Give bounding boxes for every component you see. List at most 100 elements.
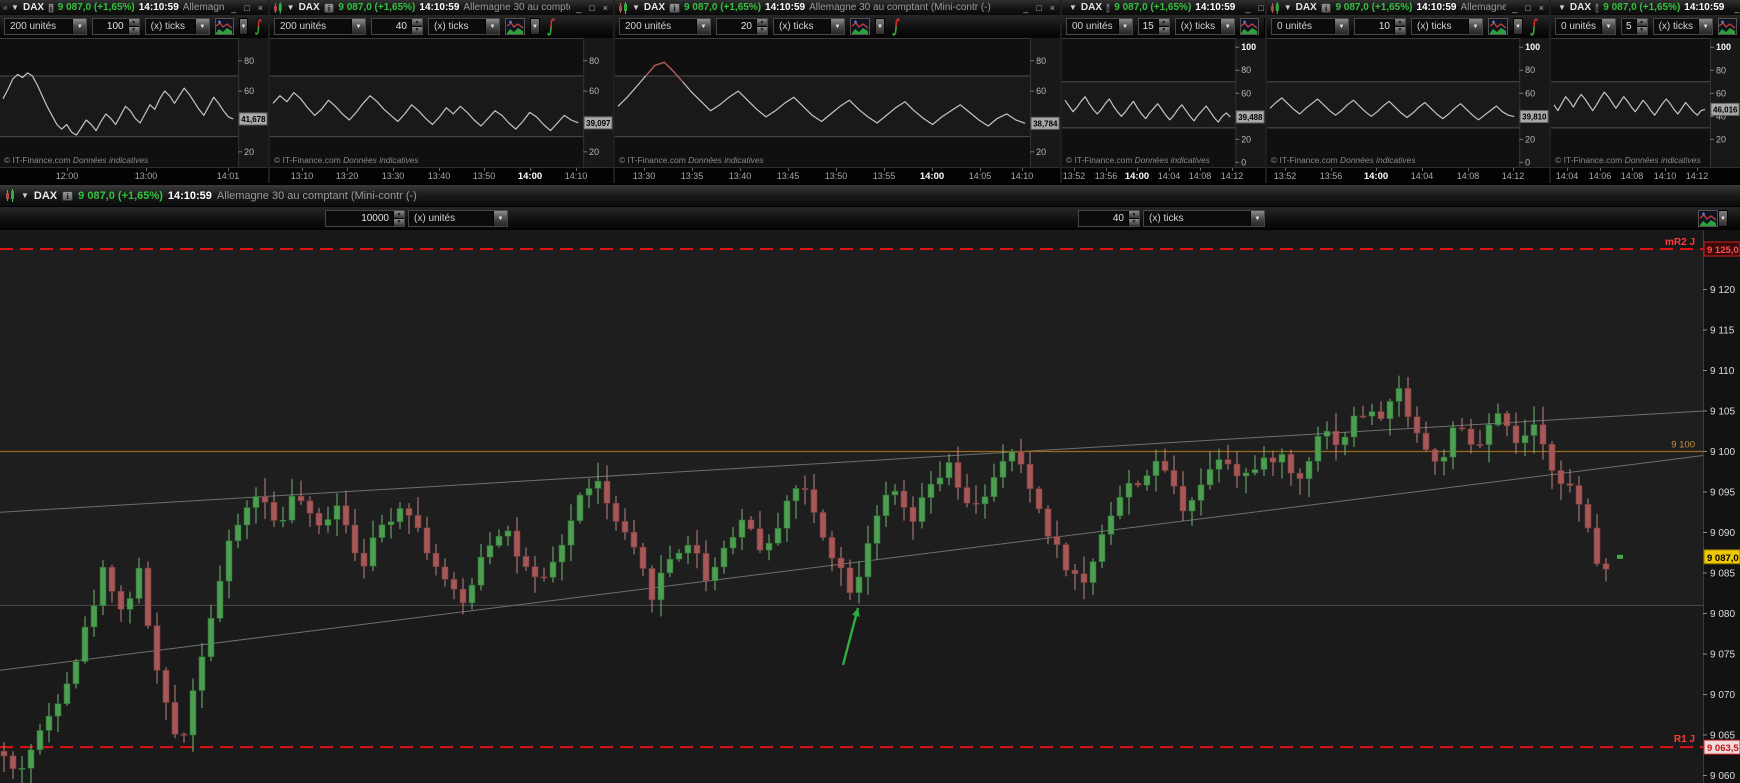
- ticks-spinner[interactable]: 40▲▼: [371, 18, 423, 35]
- mini-oscillator-chart[interactable]: 8060402039,097© IT-Finance.com Données i…: [270, 38, 613, 167]
- ticks-unit-dropdown[interactable]: (x) ticks▼: [428, 18, 500, 35]
- units-dropdown[interactable]: 0 unités▼: [1271, 18, 1349, 35]
- close-button[interactable]: ×: [256, 3, 265, 13]
- ticks-unit-dropdown[interactable]: (x) ticks▼: [1653, 18, 1713, 35]
- info-icon[interactable]: i: [48, 3, 54, 13]
- chart-style-dropdown-arrow[interactable]: ▼: [1718, 210, 1728, 227]
- dropdown-arrow[interactable]: ▼: [1334, 19, 1348, 34]
- price-label: 9 087,0 (+1,65%): [78, 190, 163, 202]
- ticks-spinner[interactable]: 20▲▼: [716, 18, 768, 35]
- minimize-button[interactable]: _: [1243, 3, 1252, 13]
- maximize-button[interactable]: □: [242, 3, 251, 13]
- mini-oscillator-chart[interactable]: 10080604020039,488© IT-Finance.com Donné…: [1062, 38, 1265, 167]
- spinner-arrows[interactable]: ▲▼: [128, 19, 139, 34]
- info-icon[interactable]: i: [1106, 3, 1110, 13]
- signals-icon[interactable]: [253, 18, 264, 36]
- minimize-button[interactable]: _: [1510, 3, 1519, 13]
- dropdown-arrow[interactable]: ▼: [1698, 19, 1712, 34]
- main-price-chart[interactable]: 9 100mR2 JR1 J9 1209 1159 1109 1059 1009…: [0, 230, 1740, 783]
- mini-oscillator-chart[interactable]: 1008060402046,016© IT-Finance.com Donnée…: [1551, 38, 1740, 167]
- dropdown-arrow[interactable]: ▼: [1250, 211, 1264, 226]
- ticks-spinner[interactable]: 40 ▲▼: [1078, 210, 1140, 227]
- ticks-spinner[interactable]: 10▲▼: [1354, 18, 1406, 35]
- spinner-arrows[interactable]: ▲▼: [1394, 19, 1405, 34]
- dropdown-arrow[interactable]: ▼: [493, 211, 507, 226]
- dropdown-arrow[interactable]: ▼: [1118, 19, 1132, 34]
- close-button[interactable]: ×: [1537, 3, 1546, 13]
- symbol-dropdown-arrow[interactable]: ▼: [21, 191, 29, 200]
- units-unit-dropdown[interactable]: (x) unités ▼: [408, 210, 508, 227]
- units-dropdown[interactable]: 00 unités▼: [1066, 18, 1133, 35]
- spinner-arrows[interactable]: ▲▼: [1158, 19, 1169, 34]
- info-icon[interactable]: i: [62, 191, 73, 201]
- ticks-spinner[interactable]: 100▲▼: [92, 18, 139, 35]
- chart-style-button[interactable]: [1240, 18, 1259, 35]
- maximize-button[interactable]: □: [1523, 3, 1532, 13]
- mini-oscillator-chart[interactable]: 8060402041,678© IT-Finance.com Données i…: [0, 38, 268, 167]
- ticks-unit-dropdown[interactable]: (x) ticks▼: [1411, 18, 1483, 35]
- spinner-arrows[interactable]: ▲▼: [1128, 211, 1139, 226]
- ticks-spinner[interactable]: 15▲▼: [1138, 18, 1170, 35]
- chart-style-button[interactable]: [1718, 18, 1737, 35]
- info-icon[interactable]: i: [1595, 3, 1599, 13]
- symbol-dropdown-arrow[interactable]: ▼: [287, 3, 295, 12]
- minimize-button[interactable]: _: [1732, 3, 1740, 13]
- chart-style-dropdown-arrow[interactable]: ▼: [530, 18, 540, 35]
- ticks-unit-dropdown[interactable]: (x) ticks▼: [773, 18, 845, 35]
- symbol-dropdown-arrow[interactable]: ▼: [1069, 3, 1077, 12]
- dropdown-arrow[interactable]: ▼: [1468, 19, 1482, 34]
- info-icon[interactable]: i: [1321, 3, 1332, 13]
- data-provider-credit: © IT-Finance.com Données indicatives: [1066, 155, 1211, 165]
- spinner-arrows[interactable]: ▲▼: [756, 19, 767, 34]
- chart-style-button[interactable]: [505, 18, 525, 35]
- spinner-arrows[interactable]: ▲▼: [411, 19, 422, 34]
- minimize-button[interactable]: _: [229, 3, 238, 13]
- close-button[interactable]: ×: [1048, 3, 1057, 13]
- dropdown-arrow[interactable]: ▼: [485, 19, 499, 34]
- dropdown-arrow[interactable]: ▼: [195, 19, 209, 34]
- units-dropdown[interactable]: 0 unités▼: [1555, 18, 1616, 35]
- chart-style-button[interactable]: [1488, 18, 1508, 35]
- mini-oscillator-chart[interactable]: 8060402038,784© IT-Finance.com Données i…: [615, 38, 1060, 167]
- minimize-button[interactable]: _: [574, 3, 583, 13]
- mini-oscillator-chart[interactable]: 10080604020039,810© IT-Finance.com Donné…: [1267, 38, 1549, 167]
- signals-icon[interactable]: [1528, 18, 1540, 36]
- units-dropdown[interactable]: 200 unités▼: [619, 18, 711, 35]
- symbol-dropdown-arrow[interactable]: ▼: [1558, 3, 1566, 12]
- dropdown-arrow[interactable]: ▼: [696, 19, 710, 34]
- dropdown-arrow[interactable]: ▼: [351, 19, 365, 34]
- units-spinner[interactable]: 10000 ▲▼: [325, 210, 405, 227]
- symbol-dropdown-arrow[interactable]: ▼: [1284, 3, 1292, 12]
- dropdown-arrow[interactable]: ▼: [72, 19, 86, 34]
- signals-icon[interactable]: [890, 18, 902, 36]
- chart-style-dropdown-arrow[interactable]: ▼: [1513, 18, 1523, 35]
- units-dropdown[interactable]: 200 unités▼: [4, 18, 87, 35]
- svg-text:0: 0: [1525, 157, 1530, 167]
- ticks-unit-dropdown[interactable]: (x) ticks ▼: [1143, 210, 1265, 227]
- spinner-arrows[interactable]: ▲▼: [1636, 19, 1647, 34]
- symbol-dropdown-arrow[interactable]: ▼: [632, 3, 640, 12]
- chart-style-icon[interactable]: [1698, 210, 1718, 227]
- maximize-button[interactable]: □: [1256, 3, 1265, 13]
- ticks-spinner[interactable]: 5▲▼: [1621, 18, 1648, 35]
- ticks-unit-dropdown[interactable]: (x) ticks▼: [1175, 18, 1235, 35]
- spinner-arrows[interactable]: ▲▼: [393, 211, 404, 226]
- symbol-dropdown-arrow[interactable]: ▼: [11, 3, 19, 12]
- units-dropdown[interactable]: 200 unités▼: [274, 18, 366, 35]
- chart-style-dropdown-arrow[interactable]: ▼: [875, 18, 885, 35]
- info-icon[interactable]: i: [324, 3, 335, 13]
- minimize-button[interactable]: _: [1021, 3, 1030, 13]
- dropdown-arrow[interactable]: ▼: [1601, 19, 1615, 34]
- maximize-button[interactable]: □: [1034, 3, 1043, 13]
- chart-style-button[interactable]: [850, 18, 870, 35]
- maximize-button[interactable]: □: [587, 3, 596, 13]
- close-button[interactable]: ×: [601, 3, 610, 13]
- signals-icon[interactable]: [545, 18, 557, 36]
- chart-style-button[interactable]: [215, 18, 234, 35]
- info-icon[interactable]: i: [669, 3, 680, 13]
- chart-style-dropdown-arrow[interactable]: ▼: [239, 18, 248, 35]
- dropdown-arrow[interactable]: ▼: [1220, 19, 1234, 34]
- chart-style-button[interactable]: ▼: [1698, 210, 1728, 227]
- ticks-unit-dropdown[interactable]: (x) ticks▼: [145, 18, 210, 35]
- dropdown-arrow[interactable]: ▼: [830, 19, 844, 34]
